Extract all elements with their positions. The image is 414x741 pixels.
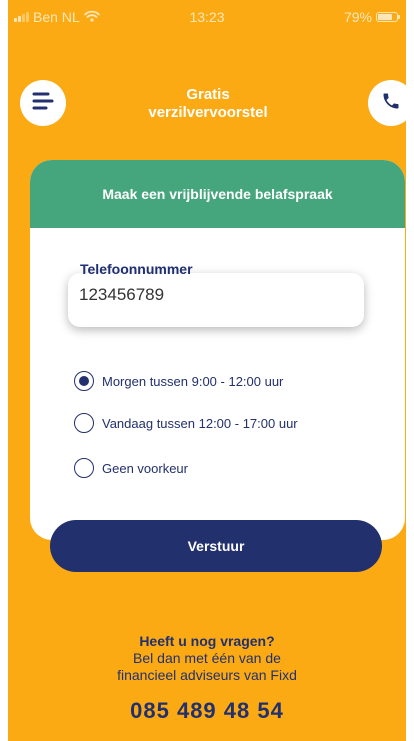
battery-percent: 79% [343,9,372,25]
card-header: Maak een vrijblijvende belafspraak [30,160,405,228]
status-bar: Ben NL 13:23 79% [8,0,406,34]
title-line-2: verzilvervoorstel [148,104,268,121]
footer: Heeft u nog vragen? Bel dan met één van … [8,632,406,724]
option-tomorrow-morning[interactable]: Morgen tussen 9:00 - 12:00 uur [74,371,283,391]
phone-field-label: Telefoonnummer [80,261,193,277]
phone-field-box [68,273,364,327]
option-no-preference[interactable]: Geen voorkeur [74,458,188,478]
appointment-card: Maak een vrijblijvende belafspraak Telef… [30,160,405,540]
phone-number-input[interactable] [79,285,349,305]
menu-button[interactable] [20,80,66,126]
footer-question: Heeft u nog vragen? [139,633,275,649]
call-button[interactable] [368,80,406,126]
radio-dot [79,376,89,386]
option-today-afternoon[interactable]: Vandaag tussen 12:00 - 17:00 uur [74,413,298,433]
app-screen: Ben NL 13:23 79% Gratis verzilvervoorste… [8,0,406,741]
footer-text-line-1: Bel dan met één van de [133,650,281,666]
battery-icon [376,12,400,22]
option-label: Geen voorkeur [102,460,188,476]
title-line-1: Gratis [186,86,230,103]
status-right: 79% [343,9,400,25]
menu-icon [31,91,55,116]
option-label: Morgen tussen 9:00 - 12:00 uur [102,373,284,389]
card-title: Maak een vrijblijvende belafspraak [102,186,333,202]
radio-button[interactable] [74,413,94,433]
page-title: Gratis verzilvervoorstel [98,86,318,122]
radio-button-selected[interactable] [74,371,94,391]
submit-button[interactable]: Verstuur [50,520,382,572]
footer-phone-number[interactable]: 085 489 48 54 [8,698,406,724]
radio-button[interactable] [74,458,94,478]
footer-text-line-2: financieel adviseurs van Fixd [117,667,297,683]
option-label: Vandaag tussen 12:00 - 17:00 uur [102,415,298,431]
phone-icon [381,91,401,116]
